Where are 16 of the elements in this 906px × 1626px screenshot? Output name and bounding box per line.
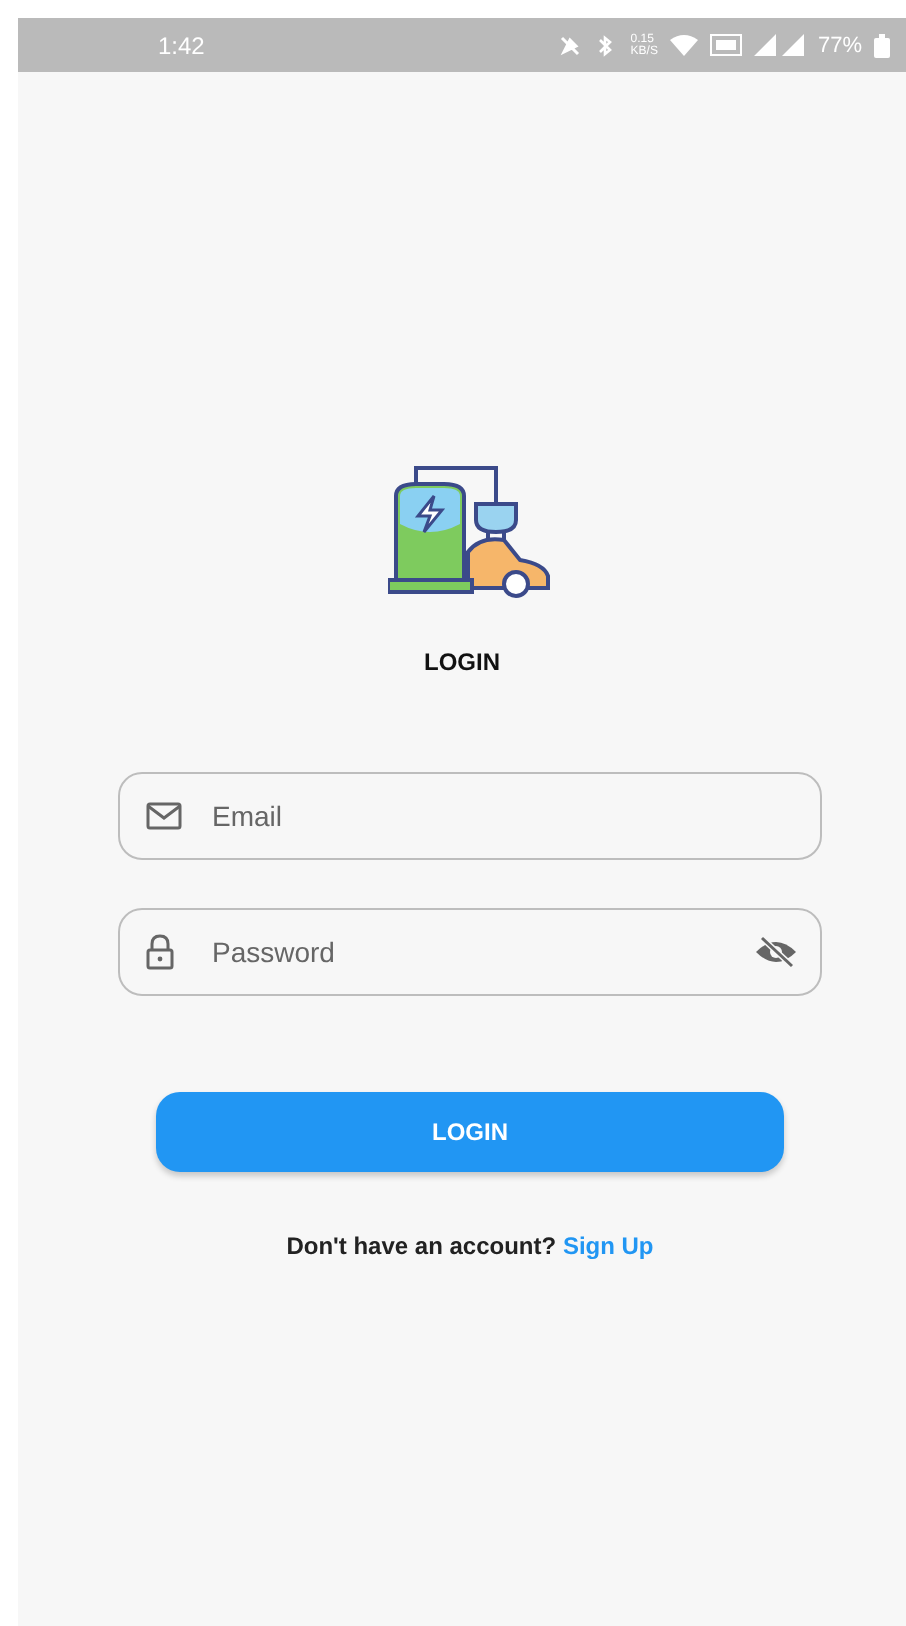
mail-icon bbox=[146, 802, 182, 830]
password-field[interactable]: Password bbox=[118, 908, 822, 996]
signup-prompt: Don't have an account? bbox=[286, 1232, 557, 1260]
email-field[interactable]: Email bbox=[118, 772, 822, 860]
eye-slash-icon[interactable] bbox=[754, 936, 798, 968]
login-title: LOGIN bbox=[424, 648, 500, 676]
lte-icon bbox=[709, 34, 742, 56]
charging-station-car-icon bbox=[388, 460, 552, 600]
signal-icon bbox=[753, 34, 806, 56]
lock-icon bbox=[146, 934, 174, 970]
status-time: 1:42 bbox=[158, 31, 205, 59]
wifi-icon bbox=[669, 34, 698, 56]
login-button[interactable]: LOGIN bbox=[156, 1092, 784, 1172]
signup-link[interactable]: Sign Up bbox=[562, 1232, 654, 1260]
battery-level: 77% bbox=[817, 33, 862, 57]
battery-icon bbox=[874, 33, 890, 57]
